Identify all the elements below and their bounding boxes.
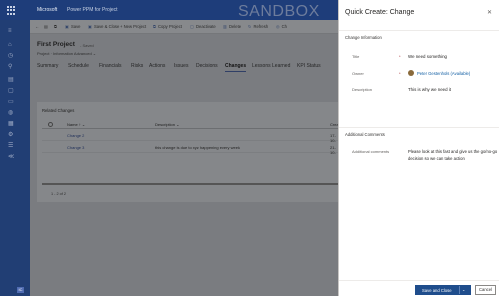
form-selector[interactable]: Project · Information Advanced ⌄ bbox=[37, 51, 96, 56]
people-icon[interactable]: ◍ bbox=[8, 110, 14, 116]
command-bar: ← ▤ ⧉ ▣ Save ▣ Save & Close + New Project … bbox=[30, 20, 338, 34]
change-description: this change is due to xyz happening ever… bbox=[155, 145, 240, 150]
required-marker: * bbox=[399, 54, 401, 59]
popout-icon[interactable]: ⧉ bbox=[54, 24, 57, 29]
trash-icon: ▥ bbox=[223, 24, 227, 29]
tab-actions[interactable]: Actions bbox=[149, 63, 165, 69]
tab-changes[interactable]: Changes bbox=[225, 63, 247, 72]
column-header-name[interactable]: Name ↑ ⌄ bbox=[67, 122, 85, 127]
select-all-radio[interactable] bbox=[48, 122, 53, 127]
record-icon[interactable]: ▤ bbox=[44, 24, 48, 29]
deactivate-button[interactable]: ▢ Deactivate bbox=[190, 24, 216, 29]
back-button[interactable]: ← bbox=[35, 24, 39, 29]
save-and-close-label: Save and Close bbox=[422, 288, 452, 293]
area-switcher-badge[interactable]: IC bbox=[17, 287, 24, 293]
description-label: Description bbox=[352, 87, 373, 92]
record-title: First Project bbox=[37, 41, 75, 48]
brand-name: Microsoft bbox=[37, 7, 58, 13]
related-changes-panel: Related Changes Name ↑ ⌄ Description ⌄ C… bbox=[37, 102, 342, 202]
menu-icon[interactable]: ≡ bbox=[8, 28, 14, 34]
additional-comments-label: Additional comments bbox=[352, 149, 390, 154]
save-status: - Saved bbox=[80, 43, 94, 48]
change-name-link[interactable]: Change 3 bbox=[67, 145, 84, 150]
list-icon[interactable]: ☰ bbox=[8, 143, 14, 149]
avatar bbox=[408, 70, 414, 76]
folder-icon[interactable]: ▢ bbox=[8, 88, 14, 94]
refresh-icon: ↻ bbox=[248, 24, 252, 29]
tab-lessons-learned[interactable]: Lessons Learned bbox=[252, 63, 290, 69]
main-content: ← ▤ ⧉ ▣ Save ▣ Save & Close + New Project … bbox=[30, 20, 342, 296]
save-and-close-button[interactable]: Save and Close ⌄ bbox=[415, 285, 471, 295]
owner-label: Owner bbox=[352, 71, 364, 76]
save-close-button[interactable]: ▣ Save & Close bbox=[88, 24, 119, 29]
change-name-link[interactable]: Change 2 bbox=[67, 133, 84, 138]
app-name[interactable]: Power PPM for Project bbox=[67, 7, 118, 13]
chevron-down-icon[interactable]: ⌄ bbox=[462, 287, 465, 292]
recent-icon[interactable]: ◷ bbox=[8, 53, 14, 59]
check-access-button[interactable]: ◎ Ch bbox=[276, 24, 287, 29]
tab-risks[interactable]: Risks bbox=[131, 63, 143, 69]
left-navigation: ≡ ⌂ ◷ ⚲ ▤ ▢ ▭ ◍ ▦ ⚙ ☰ ≪ IC bbox=[0, 20, 30, 296]
title-field[interactable]: We need something bbox=[408, 54, 447, 59]
tab-issues[interactable]: Issues bbox=[174, 63, 188, 69]
section-additional-comments: Additional Comments bbox=[345, 132, 385, 137]
close-icon[interactable]: ✕ bbox=[487, 9, 492, 16]
required-marker: * bbox=[399, 71, 401, 76]
table-row[interactable]: Change 3 this change is due to xyz happe… bbox=[42, 142, 338, 155]
pin-icon[interactable]: ⚲ bbox=[8, 64, 14, 70]
save-icon: ▣ bbox=[65, 24, 69, 29]
quick-create-title: Quick Create: Change bbox=[345, 9, 415, 16]
doc-icon[interactable]: ▭ bbox=[8, 99, 14, 105]
copy-icon: ⧉ bbox=[153, 24, 156, 29]
check-icon: ◎ bbox=[276, 24, 280, 29]
panel-title: Related Changes bbox=[42, 108, 75, 113]
quick-create-pane: Quick Create: Change ✕ Change Informatio… bbox=[338, 0, 499, 296]
tab-schedule[interactable]: Schedule bbox=[68, 63, 89, 69]
section-change-information: Change Information bbox=[345, 35, 382, 40]
tab-summary[interactable]: Summary bbox=[37, 63, 58, 69]
environment-label: SANDBOX bbox=[238, 3, 320, 20]
tab-decisions[interactable]: Decisions bbox=[196, 63, 218, 69]
calendar-icon[interactable]: ▦ bbox=[8, 121, 14, 127]
refresh-button[interactable]: ↻ Refresh bbox=[248, 24, 268, 29]
owner-lookup-link[interactable]: Peter Gestenhols (Available) bbox=[417, 71, 470, 76]
home-icon[interactable]: ⌂ bbox=[8, 42, 14, 48]
title-label: Title bbox=[352, 54, 360, 59]
pager-status: 1 - 2 of 2 bbox=[51, 192, 66, 196]
column-header-description[interactable]: Description ⌄ bbox=[155, 122, 179, 127]
split-divider bbox=[459, 286, 460, 294]
save-button[interactable]: ▣ Save bbox=[65, 24, 81, 29]
more-icon[interactable]: ≪ bbox=[8, 154, 14, 160]
copy-project-button[interactable]: ⧉ Copy Project bbox=[153, 24, 182, 29]
quick-create-footer: Save and Close ⌄ Cancel bbox=[339, 280, 499, 296]
new-project-button[interactable]: + New Project bbox=[120, 24, 146, 29]
top-banner: Microsoft Power PPM for Project SANDBOX bbox=[0, 0, 338, 20]
grid-header: Name ↑ ⌄ Description ⌄ Create bbox=[42, 120, 342, 129]
delete-button[interactable]: ▥ Delete bbox=[223, 24, 241, 29]
chart-icon[interactable]: ▤ bbox=[8, 77, 14, 83]
divider bbox=[339, 30, 499, 31]
table-row[interactable]: Change 2 17-10- bbox=[42, 130, 338, 143]
change-created-date: 21-10- bbox=[330, 145, 336, 155]
app-launcher-icon[interactable] bbox=[7, 6, 16, 15]
tab-financials[interactable]: Financials bbox=[99, 63, 122, 69]
divider bbox=[339, 127, 499, 128]
tab-kpi-status[interactable]: KPI Status bbox=[297, 63, 321, 69]
cancel-button[interactable]: Cancel bbox=[475, 285, 496, 295]
description-field[interactable]: This is why we need it bbox=[408, 87, 451, 92]
horizontal-scrollbar[interactable] bbox=[42, 183, 338, 185]
additional-comments-field[interactable]: Please look at this fast and give us the… bbox=[408, 149, 498, 162]
deactivate-icon: ▢ bbox=[190, 24, 194, 29]
settings-icon[interactable]: ⚙ bbox=[8, 132, 14, 138]
save-close-icon: ▣ bbox=[88, 24, 92, 29]
